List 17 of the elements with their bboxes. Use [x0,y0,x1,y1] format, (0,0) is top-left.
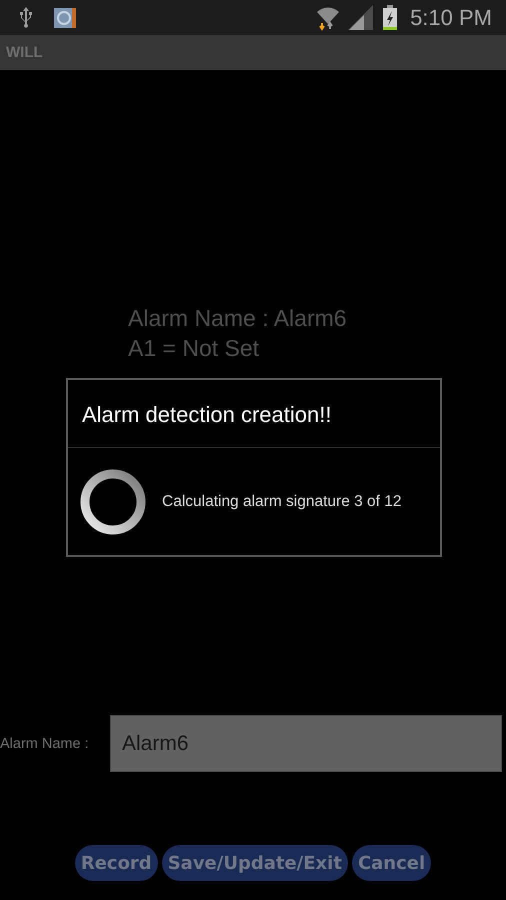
dialog-title: Alarm detection creation!! [68,380,440,448]
info-line: Alarm Name : Alarm6 [128,304,348,333]
progress-message: Calculating alarm signature 3 of 12 [162,493,402,511]
signal-icon [348,4,374,30]
wifi-icon [316,4,340,30]
action-button[interactable]: Record [74,845,158,881]
field-label: Alarm Name : [0,736,90,752]
battery-icon [382,4,398,30]
app-title: WILL [6,44,43,61]
clock-time: 5:10 PM [410,4,492,30]
usb-icon [18,6,34,30]
info-line: A1 = Not Set [128,334,260,363]
name-input-field[interactable]: Alarm6 [110,715,502,772]
action-button[interactable]: Save/Update/Exit [162,845,348,881]
app-icon [54,8,76,28]
action-button[interactable]: Cancel [352,845,432,881]
spinner-icon [80,469,146,535]
